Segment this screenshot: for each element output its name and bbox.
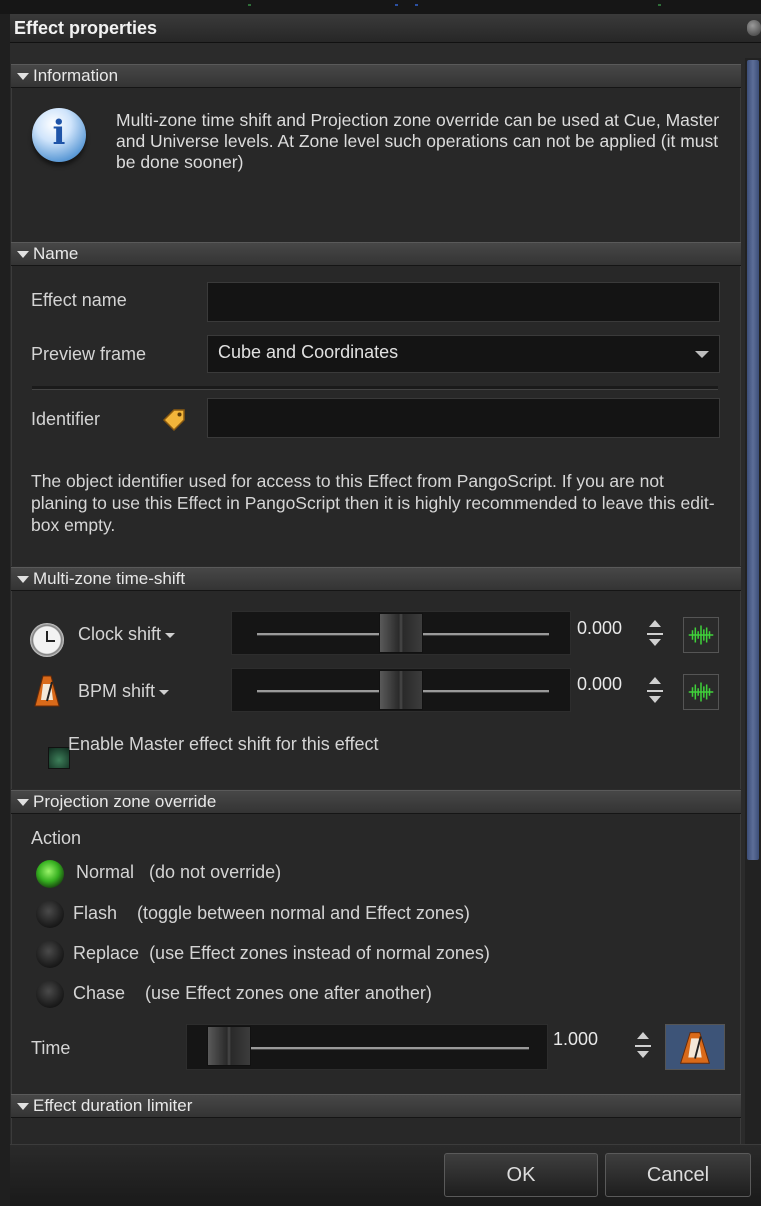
section-header-information[interactable]: Information: [11, 64, 741, 88]
effect-properties-dialog: Effect properties Information i Multi-zo…: [10, 14, 761, 1206]
caret-down-icon: [17, 799, 29, 807]
identifier-input[interactable]: [207, 398, 720, 438]
option-flash[interactable]: Flash (toggle between normal and Effect …: [73, 903, 470, 924]
bpm-waveform-button[interactable]: [683, 674, 719, 710]
caret-down-icon: [17, 73, 29, 81]
option-chase[interactable]: Chase (use Effect zones one after anothe…: [73, 983, 432, 1004]
radio-normal[interactable]: [36, 860, 64, 888]
enable-master-checkbox[interactable]: [48, 747, 70, 769]
caret-down-icon: [17, 1103, 29, 1111]
bpm-shift-dropdown[interactable]: BPM shift: [78, 681, 170, 702]
caret-down-icon: [17, 251, 29, 259]
clock-icon: [30, 623, 64, 657]
clock-shift-dropdown[interactable]: Clock shift: [78, 624, 176, 645]
section-header-timeshift[interactable]: Multi-zone time-shift: [11, 567, 741, 591]
caret-down-icon: [17, 576, 29, 584]
section-header-duration[interactable]: Effect duration limiter: [11, 1094, 741, 1118]
section-header-projection[interactable]: Projection zone override: [11, 790, 741, 814]
action-label: Action: [31, 828, 82, 848]
chevron-down-icon[interactable]: [695, 351, 709, 358]
info-icon: i: [32, 108, 86, 162]
bpm-shift-spinner[interactable]: [647, 675, 663, 707]
clock-shift-spinner[interactable]: [647, 618, 663, 650]
caret-down-icon: [165, 632, 176, 638]
option-replace[interactable]: Replace (use Effect zones instead of nor…: [73, 943, 490, 964]
clock-shift-label: Clock shift: [78, 624, 162, 644]
preview-frame-value: Cube and Coordinates: [218, 342, 399, 362]
identifier-help-text: The object identifier used for access to…: [31, 471, 715, 535]
bpm-shift-slider-thumb[interactable]: [379, 670, 423, 710]
divider: [32, 386, 718, 390]
duration-body: [11, 1118, 741, 1144]
ok-button[interactable]: OK: [444, 1153, 598, 1197]
enable-master-label[interactable]: Enable Master effect shift for this effe…: [68, 734, 379, 755]
window-title: Effect properties: [14, 18, 158, 38]
bpm-shift-value[interactable]: 0.000: [577, 674, 622, 695]
window-knob-icon[interactable]: [747, 20, 761, 36]
clock-shift-slider[interactable]: [231, 611, 571, 655]
background-strip: [0, 0, 761, 14]
title-bar[interactable]: Effect properties: [10, 14, 761, 43]
tag-icon: [162, 409, 185, 432]
preview-frame-select[interactable]: Cube and Coordinates: [207, 335, 720, 373]
effect-name-input[interactable]: [207, 282, 720, 322]
cancel-button[interactable]: Cancel: [605, 1153, 751, 1197]
section-header-name[interactable]: Name: [11, 242, 741, 266]
bpm-shift-slider[interactable]: [231, 668, 571, 712]
radio-chase[interactable]: [36, 980, 64, 1008]
time-metronome-button[interactable]: [665, 1024, 725, 1070]
caret-down-icon: [159, 689, 170, 695]
bpm-shift-label: BPM shift: [78, 681, 156, 701]
time-slider-thumb[interactable]: [207, 1026, 251, 1066]
time-value[interactable]: 1.000: [553, 1029, 598, 1050]
time-spinner[interactable]: [635, 1030, 651, 1062]
radio-flash[interactable]: [36, 900, 64, 928]
scrollbar-thumb[interactable]: [747, 60, 759, 860]
time-slider[interactable]: [186, 1024, 548, 1070]
time-label: Time: [31, 1038, 71, 1058]
clock-shift-value[interactable]: 0.000: [577, 618, 622, 639]
effect-name-label: Effect name: [31, 290, 127, 310]
clock-waveform-button[interactable]: [683, 617, 719, 653]
radio-replace[interactable]: [36, 940, 64, 968]
clock-shift-slider-thumb[interactable]: [379, 613, 423, 653]
dialog-footer: OK Cancel: [10, 1144, 761, 1206]
metronome-icon: [34, 675, 60, 707]
option-normal[interactable]: Normal (do not override): [76, 862, 281, 883]
information-text: Multi-zone time shift and Projection zon…: [116, 110, 720, 172]
identifier-label: Identifier: [31, 409, 101, 429]
preview-frame-label: Preview frame: [31, 344, 147, 364]
